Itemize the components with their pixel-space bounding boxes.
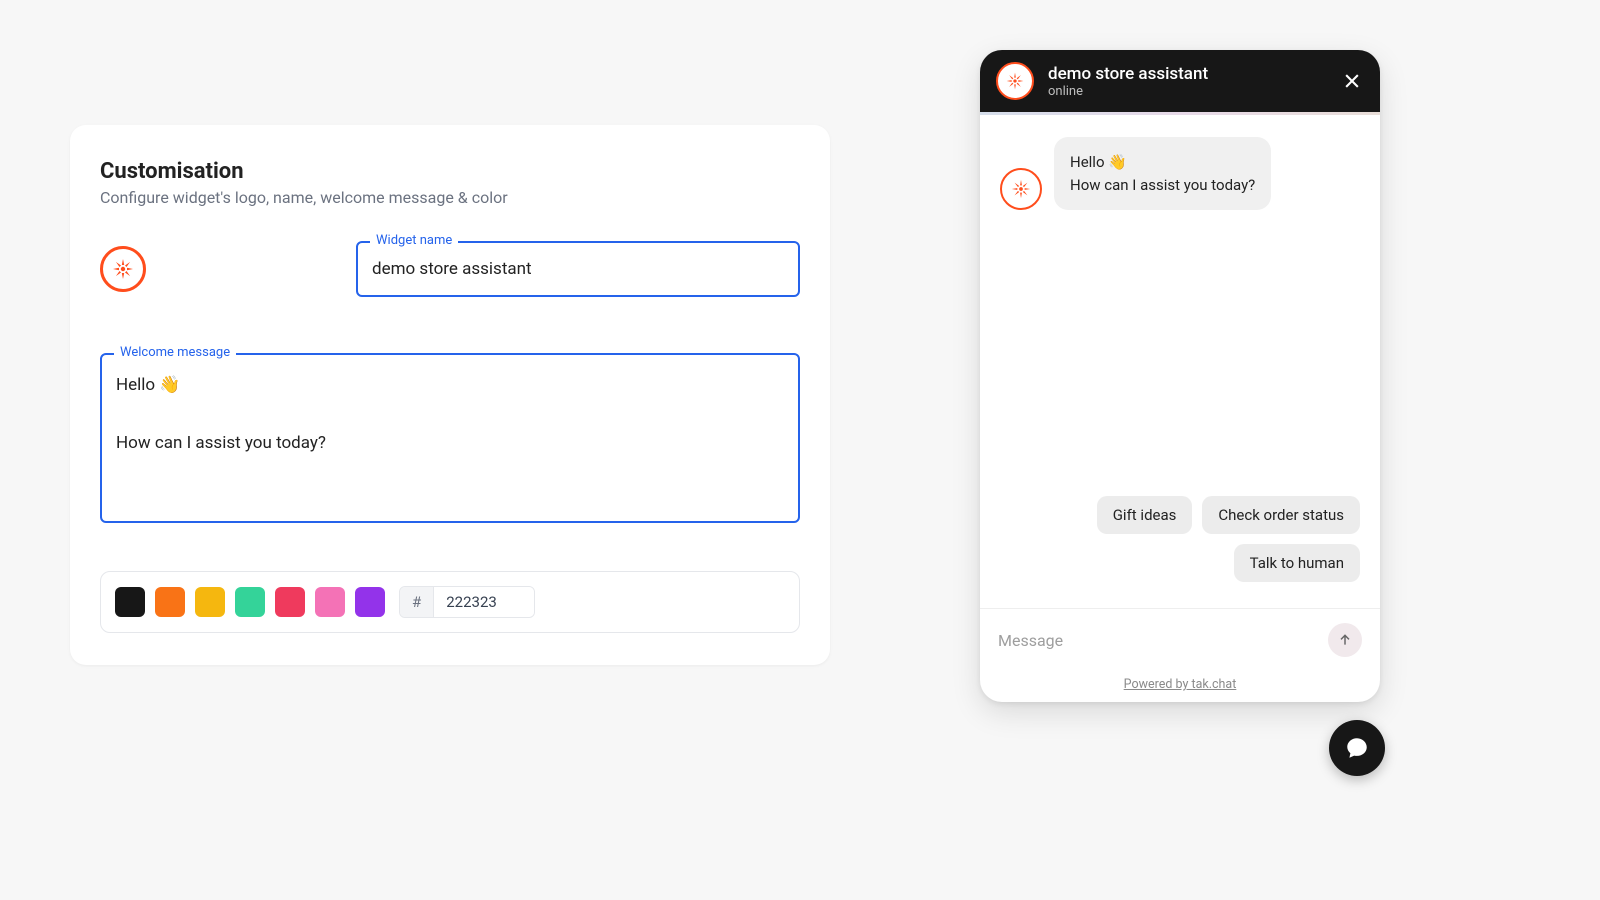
quick-reply-1[interactable]: Check order status	[1202, 496, 1360, 534]
hex-input[interactable]	[434, 587, 534, 617]
chat-header-avatar	[996, 62, 1034, 100]
welcome-message-field[interactable]: Welcome message	[100, 353, 800, 523]
send-button[interactable]	[1328, 623, 1362, 657]
welcome-message-textarea[interactable]	[116, 371, 784, 501]
chat-message-input[interactable]	[998, 631, 1316, 650]
assistant-avatar	[1000, 168, 1042, 210]
close-button[interactable]	[1340, 69, 1364, 93]
hash-icon: #	[400, 587, 434, 617]
color-picker: #	[100, 571, 800, 633]
chat-status: online	[1048, 84, 1326, 99]
color-swatch-3[interactable]	[235, 587, 265, 617]
card-title: Customisation	[100, 159, 800, 184]
chat-header-titles: demo store assistant online	[1048, 64, 1326, 99]
widget-name-input[interactable]	[372, 259, 784, 279]
widget-name-field[interactable]: Widget name	[356, 241, 800, 297]
arrow-up-icon	[1337, 632, 1353, 648]
chat-bubble-icon	[1344, 735, 1370, 761]
quick-replies: Gift ideasCheck order status Talk to huma…	[1000, 496, 1360, 598]
chat-header-divider	[980, 112, 1380, 115]
chat-title: demo store assistant	[1048, 64, 1326, 84]
chat-widget-preview: demo store assistant online	[980, 50, 1380, 702]
color-swatch-5[interactable]	[315, 587, 345, 617]
chat-launcher-button[interactable]	[1329, 720, 1385, 776]
quick-reply-2[interactable]: Talk to human	[1234, 544, 1360, 582]
widget-logo[interactable]	[100, 246, 146, 292]
chat-body: Hello 👋 How can I assist you today? Gift…	[980, 115, 1380, 608]
quick-reply-0[interactable]: Gift ideas	[1097, 496, 1193, 534]
color-swatch-1[interactable]	[155, 587, 185, 617]
card-subtitle: Configure widget's logo, name, welcome m…	[100, 188, 800, 207]
asterisk-icon	[1010, 178, 1032, 200]
color-swatch-6[interactable]	[355, 587, 385, 617]
asterisk-icon	[1005, 71, 1025, 91]
welcome-bubble: Hello 👋 How can I assist you today?	[1054, 137, 1271, 210]
logo-and-name-row: Widget name	[100, 241, 800, 297]
chat-header: demo store assistant online	[980, 50, 1380, 112]
chat-input-row	[980, 608, 1380, 671]
hex-input-wrap: #	[399, 586, 535, 618]
color-swatch-2[interactable]	[195, 587, 225, 617]
color-swatch-4[interactable]	[275, 587, 305, 617]
customisation-card: Customisation Configure widget's logo, n…	[70, 125, 830, 665]
close-icon	[1342, 71, 1362, 91]
powered-by-link[interactable]: Powered by tak.chat	[980, 671, 1380, 702]
color-swatch-0[interactable]	[115, 587, 145, 617]
assistant-message-row: Hello 👋 How can I assist you today?	[1000, 137, 1360, 210]
asterisk-icon	[111, 257, 135, 281]
widget-name-label: Widget name	[370, 233, 458, 248]
welcome-message-label: Welcome message	[114, 345, 236, 360]
